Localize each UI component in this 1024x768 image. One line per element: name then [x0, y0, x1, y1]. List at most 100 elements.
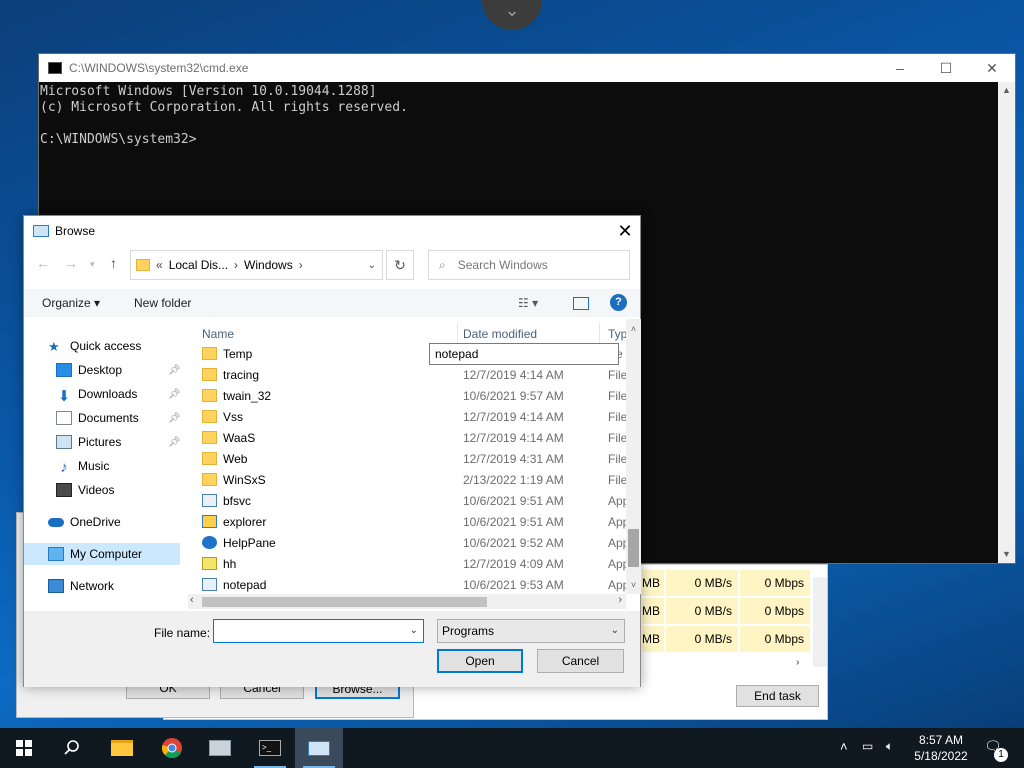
nav-item-documents[interactable]: Documents 📌︎	[24, 407, 182, 429]
folder-icon	[202, 452, 217, 465]
file-row[interactable]: tracing 12/7/2019 4:14 AM File	[198, 365, 627, 386]
file-type: File	[608, 410, 628, 424]
scroll-thumb[interactable]	[202, 597, 487, 607]
file-row[interactable]: hh 12/7/2019 4:09 AM App	[198, 554, 629, 575]
file-row[interactable]: HelpPane 10/6/2021 9:52 AM App	[198, 533, 629, 554]
nav-item-onedrive[interactable]: OneDrive	[24, 511, 182, 533]
cmd-titlebar[interactable]: C:\WINDOWS\system32\cmd.exe – ☐ ✕	[39, 54, 1015, 82]
file-row[interactable]: WinSxS 2/13/2022 1:19 AM File	[198, 470, 627, 491]
column-type-header[interactable]: Typ	[608, 327, 627, 341]
network-icon[interactable]: ▭	[862, 739, 873, 753]
browse-titlebar[interactable]: Browse ✕	[24, 216, 640, 246]
maximize-button[interactable]: ☐	[923, 54, 969, 82]
preview-pane-icon[interactable]	[573, 297, 589, 310]
tm-cell: MB	[642, 570, 664, 596]
clock-time[interactable]: 8:57 AM	[917, 733, 965, 747]
nav-item-my-computer[interactable]: My Computer	[24, 543, 180, 565]
scroll-up-icon[interactable]: ▲	[998, 82, 1015, 99]
navigation-pane: ★ Quick access Desktop 📌︎ ⬇ Downloads 📌︎…	[24, 319, 184, 609]
dialog-title: Browse	[55, 224, 96, 238]
breadcrumb-overflow[interactable]: «	[156, 258, 163, 272]
scroll-right-icon[interactable]: ›	[796, 657, 799, 668]
start-windows-icon[interactable]	[0, 728, 48, 768]
chevron-down-icon[interactable]: ⌄	[368, 260, 376, 271]
close-icon[interactable]: ✕	[610, 221, 640, 242]
file-name: HelpPane	[223, 536, 276, 550]
cancel-button[interactable]: Cancel	[537, 649, 624, 673]
nav-item-music[interactable]: ♪ Music	[24, 455, 182, 477]
file-row[interactable]: notepad 10/6/2021 9:53 AM App	[198, 575, 629, 596]
address-bar[interactable]: « Local Dis... › Windows › ⌄	[130, 250, 383, 280]
file-list-horizontal-scrollbar[interactable]: ‹ ›	[188, 594, 626, 609]
scroll-up-icon[interactable]: ˄	[626, 321, 641, 338]
nav-item-pictures[interactable]: Pictures 📌︎	[24, 431, 182, 453]
view-options-icon[interactable]: ☷ ▾	[518, 296, 538, 310]
end-task-button[interactable]: End task	[736, 685, 819, 707]
help-icon	[202, 536, 217, 549]
file-row[interactable]: Web 12/7/2019 4:31 AM File	[198, 449, 627, 470]
scroll-down-icon[interactable]: ▼	[998, 546, 1015, 563]
volume-icon[interactable]: 🔈︎	[886, 739, 893, 754]
search-placeholder: Search Windows	[457, 258, 548, 272]
breadcrumb-separator[interactable]: ›	[299, 258, 303, 272]
nav-item-desktop[interactable]: Desktop 📌︎	[24, 359, 182, 381]
file-type-value: Programs	[442, 624, 495, 638]
new-folder-button[interactable]: New folder	[134, 296, 191, 310]
cmd-line: Microsoft Windows [Version 10.0.19044.12…	[40, 84, 377, 99]
column-date-header[interactable]: Date modified	[463, 327, 537, 341]
refresh-icon[interactable]: ↻	[386, 250, 414, 280]
file-type-select[interactable]: Programs ⌄	[437, 619, 625, 643]
tm-cell: 0 MB/s	[666, 626, 738, 652]
tm-cell: MB	[642, 598, 664, 624]
pin-icon: 📌︎	[168, 364, 181, 376]
breadcrumb-separator[interactable]: ›	[234, 258, 238, 272]
file-row[interactable]: WaaS 12/7/2019 4:14 AM File	[198, 428, 627, 449]
file-list-vertical-scrollbar[interactable]: ˄ ˅	[626, 319, 641, 594]
chevron-down-icon[interactable]: ⌄	[410, 625, 418, 636]
nav-item-videos[interactable]: Videos	[24, 479, 182, 501]
file-explorer-icon[interactable]	[98, 728, 146, 768]
open-button[interactable]: Open	[437, 649, 523, 673]
clock-date[interactable]: 5/18/2022	[913, 749, 969, 763]
search-box[interactable]: ⌕ Search Windows	[428, 250, 630, 280]
organize-button[interactable]: Organize ▾	[42, 296, 100, 310]
chrome-icon[interactable]	[148, 728, 196, 768]
command-bar: Organize ▾ New folder ☷ ▾ ?	[24, 289, 640, 317]
chevron-down-icon[interactable]: ⌄	[482, 0, 542, 30]
search-icon[interactable]	[48, 728, 96, 768]
cmd-scrollbar[interactable]: ▲ ▼	[998, 82, 1015, 563]
breadcrumb-item[interactable]: Local Dis...	[169, 258, 228, 272]
breadcrumb-item[interactable]: Windows	[244, 258, 293, 272]
folder-icon	[136, 259, 150, 271]
show-hidden-icons-chevron-icon[interactable]: ˄	[840, 739, 848, 754]
nav-item-downloads[interactable]: ⬇ Downloads 📌︎	[24, 383, 182, 405]
file-row[interactable]: bfsvc 10/6/2021 9:51 AM App	[198, 491, 629, 512]
column-name-header[interactable]: Name	[202, 327, 234, 341]
nav-item-network[interactable]: Network	[24, 575, 182, 597]
tm-scrollbar[interactable]	[813, 577, 827, 667]
cmd-output[interactable]: Microsoft Windows [Version 10.0.19044.12…	[39, 82, 1015, 148]
minimize-button[interactable]: –	[877, 54, 923, 82]
forward-arrow-icon[interactable]: →	[64, 255, 78, 271]
scroll-down-icon[interactable]: ˅	[626, 577, 641, 594]
scroll-right-icon[interactable]: ›	[618, 594, 622, 606]
pin-icon: 📌︎	[168, 412, 181, 424]
scroll-thumb[interactable]	[628, 529, 639, 567]
nav-item-quick-access[interactable]: ★ Quick access	[24, 335, 182, 357]
command-prompt-icon[interactable]: >_	[246, 728, 294, 768]
file-row[interactable]: Vss 12/7/2019 4:14 AM File	[198, 407, 627, 428]
up-arrow-icon[interactable]: ↑	[110, 255, 117, 271]
dialog-icon	[33, 225, 49, 237]
close-button[interactable]: ✕	[969, 54, 1015, 82]
remote-desktop-icon[interactable]	[196, 728, 244, 768]
rename-textbox[interactable]: notepad	[429, 343, 619, 365]
run-dialog-taskbar-icon[interactable]	[295, 728, 343, 768]
file-row[interactable]: explorer 10/6/2021 9:51 AM App	[198, 512, 629, 533]
scroll-left-icon[interactable]: ‹	[190, 594, 194, 606]
file-row[interactable]: twain_32 10/6/2021 9:57 AM File	[198, 386, 627, 407]
back-arrow-icon[interactable]: ←	[36, 255, 50, 271]
file-name-input[interactable]: ⌄	[213, 619, 424, 643]
nav-label: Pictures	[78, 435, 122, 449]
recent-locations-icon[interactable]: ▾	[90, 259, 95, 270]
help-icon[interactable]: ?	[610, 294, 627, 311]
